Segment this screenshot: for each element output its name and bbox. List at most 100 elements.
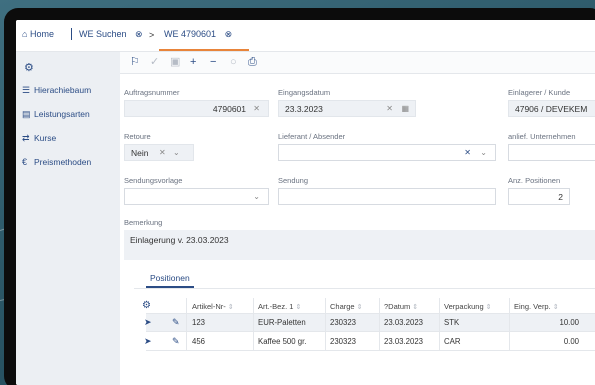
navigate-icon[interactable]: ➤ (144, 317, 152, 328)
add-icon[interactable]: + (190, 56, 196, 68)
eingangsdatum-field[interactable]: 23.3.2023 ✕ ▦ (278, 100, 416, 117)
retoure-select[interactable]: Nein ✕ ⌄ (124, 144, 194, 161)
sendungsvorlage-label: Sendungsvorlage (124, 176, 183, 185)
remove-icon[interactable]: − (210, 56, 216, 68)
toolbar: ⚐ ✓ ▣ + − ○ ⎙ (120, 52, 595, 74)
tab-home[interactable]: ⌂ Home (22, 29, 54, 39)
cell-datum: 23.03.2023 (384, 318, 424, 327)
chevron-down-icon[interactable]: ⌄ (253, 192, 260, 201)
cell-datum: 23.03.2023 (384, 337, 424, 346)
anz-positionen-label: Anz. Positionen (508, 176, 561, 185)
auftragsnummer-label: Auftragsnummer (124, 88, 180, 97)
cell-eing-verp: 0.00 (563, 337, 579, 346)
sendungsvorlage-select[interactable]: ⌄ (124, 188, 269, 205)
unternehmer-label: anlief. Unternehmen (508, 132, 576, 141)
close-tab-icon[interactable]: ⊗ (135, 29, 143, 40)
tab-we-suchen[interactable]: WE Suchen ⊗ (79, 29, 143, 40)
sort-icon[interactable]: ⇕ (486, 304, 492, 311)
einlagerer-label: Einlagerer / Kunde (508, 88, 571, 97)
edit-icon[interactable]: ✎ (172, 317, 180, 328)
sort-icon[interactable]: ⇕ (553, 304, 559, 311)
cell-charge: 230323 (330, 318, 357, 327)
col-bez[interactable]: Art.-Bez. 1 ⇕ (258, 302, 301, 311)
divider (146, 350, 595, 351)
clear-icon[interactable]: ✕ (159, 148, 166, 157)
tab-bar: ⌂ Home WE Suchen ⊗ > WE 4790601 ⊗ (16, 20, 595, 52)
bemerkung-field[interactable]: Einlagerung v. 23.03.2023 (124, 230, 595, 260)
einlagerer-field[interactable]: 47906 / DEVEKEM (508, 100, 595, 117)
exchange-icon: ⇄ (22, 133, 30, 143)
sidebar-item-preismethoden[interactable]: € Preismethoden (22, 157, 91, 167)
unternehmer-field[interactable] (508, 144, 595, 161)
list-icon: ▤ (22, 109, 31, 119)
sidebar-item-kurse[interactable]: ⇄ Kurse (22, 133, 56, 144)
col-artikel[interactable]: Artikel-Nr- ⇕ (192, 302, 234, 311)
cell-bez: Kaffee 500 gr. (258, 337, 307, 346)
sort-icon[interactable]: ⇕ (228, 304, 234, 311)
tab-home-label: Home (29, 29, 54, 39)
tab-positionen[interactable]: Positionen (150, 273, 190, 283)
chevron-down-icon[interactable]: ⌄ (173, 148, 180, 157)
save-icon[interactable]: ▣ (170, 56, 180, 68)
tab-we-4790601[interactable]: WE 4790601 ⊗ (164, 29, 232, 40)
col-verpackung[interactable]: Verpackung ⇕ (444, 302, 492, 311)
divider (134, 288, 595, 289)
sort-icon[interactable]: ⇕ (357, 304, 363, 311)
column-divider (186, 298, 187, 350)
sendung-label: Sendung (278, 176, 309, 185)
run-icon[interactable]: ⚐ (130, 56, 140, 68)
clear-icon[interactable]: ✕ (464, 148, 471, 157)
auftragsnummer-field[interactable]: 4790601 ✕ (124, 100, 269, 117)
breadcrumb-arrow: > (149, 30, 155, 40)
chevron-down-icon[interactable]: ⌄ (480, 148, 487, 157)
sidebar: ⚙ ☰ Hierachiebaum ▤ Leistungsarten ⇄ Kurse … (16, 52, 120, 385)
refresh-icon[interactable]: ○ (230, 56, 237, 68)
retoure-label: Retoure (124, 132, 151, 141)
anz-positionen-field[interactable]: 2 (508, 188, 570, 205)
column-divider (325, 298, 326, 350)
cell-verpackung: CAR (444, 337, 461, 346)
clear-icon[interactable]: ✕ (253, 104, 260, 113)
gear-icon[interactable]: ⚙ (142, 300, 151, 311)
sendung-field[interactable] (278, 188, 496, 205)
column-divider (253, 298, 254, 350)
tree-icon: ☰ (22, 85, 31, 95)
column-divider (379, 298, 380, 350)
cell-verpackung: STK (444, 318, 460, 327)
column-divider (509, 298, 510, 350)
cell-eing-verp: 10.00 (559, 318, 579, 327)
cell-artikel: 456 (192, 337, 206, 346)
sidebar-item-hierachiebaum[interactable]: ☰ Hierachiebaum (22, 85, 91, 96)
clear-icon[interactable]: ✕ (386, 104, 393, 113)
home-icon: ⌂ (22, 29, 28, 39)
cell-charge: 230323 (330, 337, 357, 346)
edit-icon[interactable]: ✎ (172, 336, 180, 347)
sidebar-item-leistungsarten[interactable]: ▤ Leistungsarten (22, 109, 90, 120)
sort-icon[interactable]: ⇕ (412, 304, 418, 311)
lieferant-select[interactable]: ✕ ⌄ (278, 144, 496, 161)
gear-icon[interactable]: ⚙ (24, 61, 34, 74)
app-screen: ⌂ Home WE Suchen ⊗ > WE 4790601 ⊗ ⚙ ☰ Hie… (16, 20, 595, 385)
table-row[interactable] (146, 314, 595, 331)
close-tab-icon[interactable]: ⊗ (225, 29, 233, 40)
calendar-icon[interactable]: ▦ (401, 104, 409, 113)
eingangsdatum-label: Eingangsdatum (278, 88, 331, 97)
tab-we-suchen-label: WE Suchen (79, 29, 127, 39)
check-icon[interactable]: ✓ (150, 56, 159, 68)
col-eing-verp[interactable]: Eing. Verp. ⇕ (514, 302, 559, 311)
column-divider (439, 298, 440, 350)
tab-we-4790601-label: WE 4790601 (164, 29, 217, 39)
cell-bez: EUR-Paletten (258, 318, 306, 327)
cell-artikel: 123 (192, 318, 206, 327)
device-frame: ⌂ Home WE Suchen ⊗ > WE 4790601 ⊗ ⚙ ☰ Hie… (4, 8, 595, 385)
navigate-icon[interactable]: ➤ (144, 336, 152, 347)
active-tab-indicator (159, 49, 249, 51)
table-row[interactable] (146, 332, 595, 349)
print-icon[interactable]: ⎙ (248, 56, 257, 68)
lieferant-label: Lieferant / Absender (278, 132, 346, 141)
tab-separator (71, 28, 72, 40)
sort-icon[interactable]: ⇕ (295, 304, 301, 311)
col-charge[interactable]: Charge ⇕ (330, 302, 362, 311)
bemerkung-label: Bemerkung (124, 218, 163, 227)
col-datum[interactable]: ?Datum ⇕ (384, 302, 418, 311)
